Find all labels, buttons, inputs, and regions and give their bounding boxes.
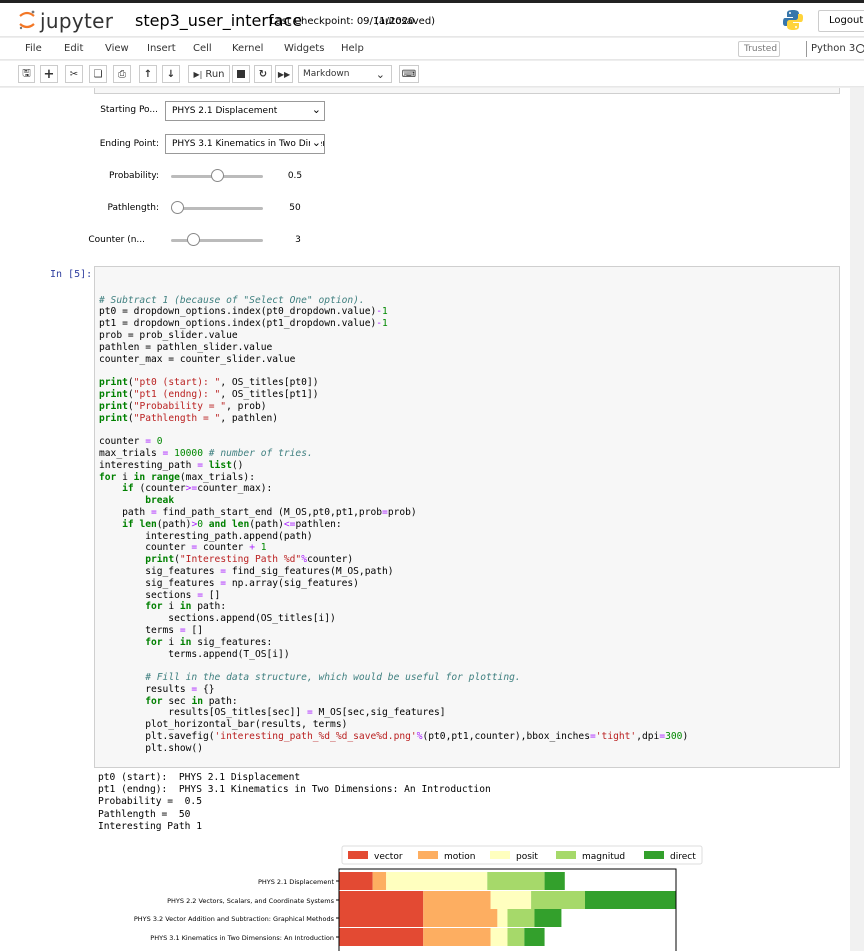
legend-label-vector: vector	[374, 852, 403, 862]
move-up-button[interactable]: ↑	[139, 65, 157, 83]
cell-type-select[interactable]: Markdown ⌄	[298, 65, 392, 83]
bar-segment-posit	[490, 891, 532, 909]
copy-icon: ❏	[93, 68, 103, 80]
bar-segment-direct	[524, 928, 545, 946]
restart-button[interactable]: ↻	[254, 65, 272, 83]
cell-type-value: Markdown	[303, 69, 350, 79]
legend-label-direct: direct	[670, 852, 696, 862]
y-tick-label: PHYS 3.1 Kinematics in Two Dimensions: A…	[150, 934, 334, 942]
step-forward-icon: ▶|	[193, 69, 203, 79]
keyboard-icon: ⌨	[401, 68, 417, 80]
bar-segment-motion	[423, 909, 498, 927]
notebook-container[interactable]: Starting Po... PHYS 2.1 Displacement ⌄ E…	[0, 88, 864, 951]
fast-forward-icon: ▶▶	[277, 69, 291, 79]
insert-cell-button[interactable]: +	[40, 65, 58, 83]
menu-kernel[interactable]: Kernel	[232, 43, 263, 54]
path-feature-bar-chart: vector motion posit magnitud direct PHYS 2.1 …	[134, 845, 703, 951]
refresh-icon: ↻	[258, 68, 268, 80]
legend-swatch-vector	[348, 851, 368, 859]
menu-widgets[interactable]: Widgets	[284, 43, 324, 54]
menu-file[interactable]: File	[25, 43, 42, 54]
legend-swatch-motion	[418, 851, 438, 859]
legend-label-posit: posit	[516, 852, 538, 862]
legend-swatch-posit	[490, 851, 510, 859]
legend-label-magnitud: magnitud	[582, 852, 625, 862]
paste-button[interactable]: ⎙	[113, 65, 131, 83]
bar-segment-direct	[544, 872, 565, 890]
scissors-icon: ✂	[69, 68, 79, 80]
bar-segment-posit	[386, 872, 488, 890]
copy-button[interactable]: ❏	[89, 65, 107, 83]
menu-help[interactable]: Help	[341, 43, 364, 54]
run-button-label: Run	[205, 68, 225, 80]
legend-label-motion: motion	[444, 852, 476, 862]
chevron-down-icon: ⌄	[375, 68, 385, 81]
menu-cell[interactable]: Cell	[193, 43, 212, 54]
bar-segment-motion	[372, 872, 387, 890]
stop-icon	[237, 70, 245, 78]
y-tick-label: PHYS 3.2 Vector Addition and Subtraction…	[134, 915, 335, 923]
bar-segment-direct	[585, 891, 676, 909]
jupyter-logo-text[interactable]: jupyter	[40, 9, 113, 33]
menu-view[interactable]: View	[105, 43, 129, 54]
menu-insert[interactable]: Insert	[147, 43, 176, 54]
autosave-status: (autosaved)	[375, 16, 436, 27]
save-button[interactable]: 🖫	[18, 65, 35, 83]
bar-segment-vector	[339, 872, 373, 890]
cut-button[interactable]: ✂	[65, 65, 83, 83]
bar-segment-vector	[339, 891, 424, 909]
move-down-button[interactable]: ↓	[162, 65, 180, 83]
bar-segment-motion	[423, 891, 491, 909]
notebook-scrollbar[interactable]	[850, 88, 864, 951]
bar-segment-magnitud	[507, 928, 525, 946]
bar-segment-magnitud	[507, 909, 535, 927]
bar-segment-posit	[490, 928, 508, 946]
legend-swatch-direct	[644, 851, 664, 859]
kernel-separator	[806, 41, 807, 57]
bar-segment-direct	[534, 909, 562, 927]
plus-icon: +	[43, 66, 55, 82]
command-palette-button[interactable]: ⌨	[399, 65, 419, 83]
logout-button[interactable]: Logout	[818, 10, 864, 32]
toolbar: 🖫 + ✂ ❏ ⎙ ↑ ↓ ▶| Run ↻ ▶▶ Markdown ⌄ ⌨	[0, 61, 864, 87]
arrow-down-icon: ↓	[166, 68, 176, 80]
notebook-page: Starting Po... PHYS 2.1 Displacement ⌄ E…	[0, 88, 850, 951]
python-logo-icon	[783, 10, 803, 30]
kernel-idle-icon	[856, 44, 864, 53]
notebook-header: jupyter step3_user_interface Last Checkp…	[0, 3, 864, 37]
bar-segment-motion	[423, 928, 491, 946]
restart-run-all-button[interactable]: ▶▶	[275, 65, 293, 83]
menu-bar: File Edit View Insert Cell Kernel Widget…	[0, 38, 864, 60]
jupyter-logo-icon[interactable]	[18, 9, 36, 31]
legend-swatch-magnitud	[556, 851, 576, 859]
menu-edit[interactable]: Edit	[64, 43, 83, 54]
bar-segment-vector	[339, 928, 424, 946]
y-tick-label: PHYS 2.1 Displacement	[258, 878, 335, 886]
trusted-indicator[interactable]: Trusted	[738, 41, 780, 57]
bar-segment-magnitud	[487, 872, 545, 890]
y-tick-label: PHYS 2.2 Vectors, Scalars, and Coordinat…	[167, 897, 334, 905]
interrupt-button[interactable]	[232, 65, 250, 83]
paste-icon: ⎙	[118, 68, 126, 80]
bar-segment-posit	[497, 909, 508, 927]
run-button[interactable]: ▶| Run	[188, 65, 230, 83]
arrow-up-icon: ↑	[143, 68, 153, 80]
bar-segment-vector	[339, 909, 424, 927]
save-icon: 🖫	[22, 67, 31, 79]
bar-segment-magnitud	[531, 891, 586, 909]
kernel-name[interactable]: Python 3	[811, 43, 855, 54]
